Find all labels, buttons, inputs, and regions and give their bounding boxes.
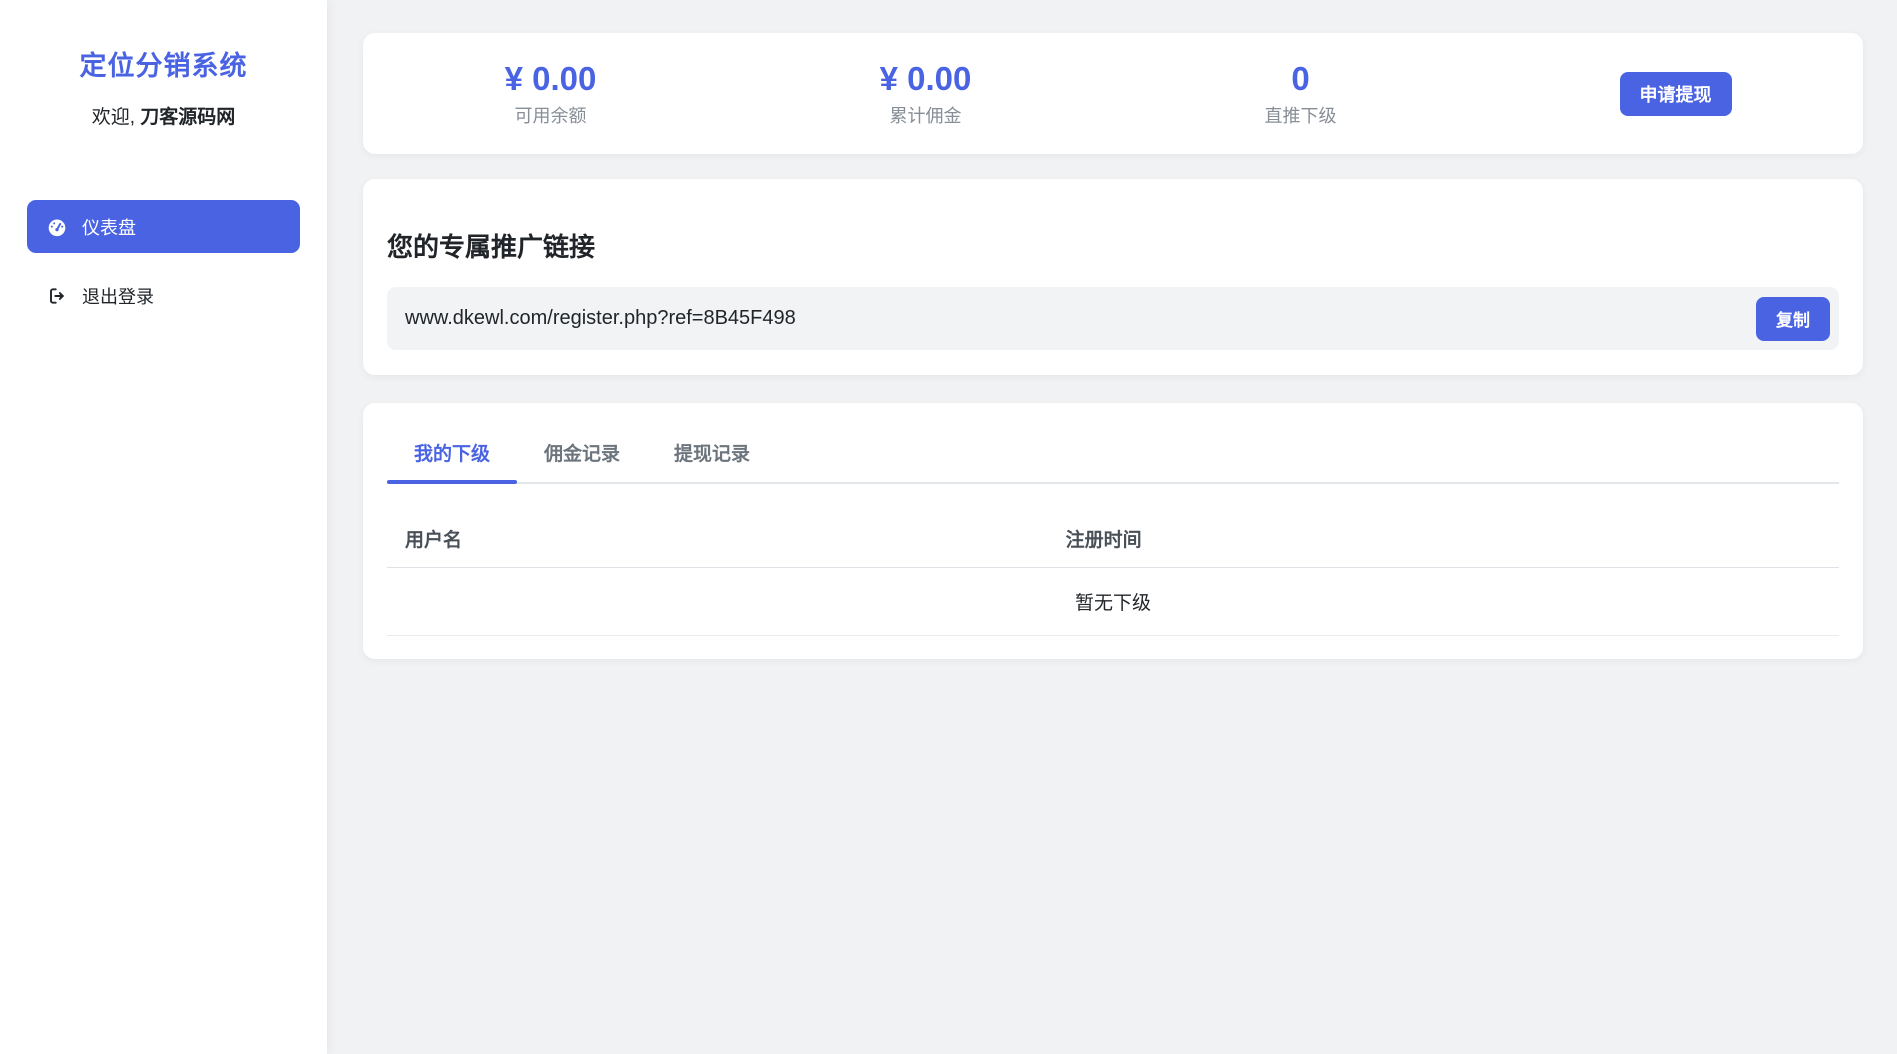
referral-link-box: www.dkewl.com/register.php?ref=8B45F498 … [387,287,1839,350]
sidebar-menu: 仪表盘 退出登录 [0,200,327,322]
sidebar: 定位分销系统 欢迎, 刀客源码网 仪表盘 [0,0,327,1054]
tab-withdrawal-records[interactable]: 提现记录 [647,427,777,482]
stats-card: ¥ 0.00 可用余额 ¥ 0.00 累计佣金 0 直推下级 申请提现 [363,33,1863,154]
gauge-icon [47,217,67,237]
stat-label: 直推下级 [1113,105,1488,127]
tab-my-referrals[interactable]: 我的下级 [387,427,517,482]
table-row: 暂无下级 [387,568,1839,636]
tab-commission-records[interactable]: 佣金记录 [517,427,647,482]
stat-label: 可用余额 [363,105,738,127]
referral-link-text: www.dkewl.com/register.php?ref=8B45F498 [405,307,1756,330]
sidebar-item-label: 仪表盘 [82,214,136,240]
tab-bar: 我的下级 佣金记录 提现记录 [387,427,1839,484]
promo-link-heading: 您的专属推广链接 [387,232,1839,263]
promo-link-card: 您的专属推广链接 www.dkewl.com/register.php?ref=… [363,179,1863,375]
stat-direct-referrals: 0 直推下级 [1113,60,1488,127]
empty-state-text: 暂无下级 [387,568,1839,636]
sidebar-item-label: 退出登录 [82,283,154,309]
stat-available-balance: ¥ 0.00 可用余额 [363,60,738,127]
stat-value: ¥ 0.00 [363,60,738,98]
stat-total-commission: ¥ 0.00 累计佣金 [738,60,1113,127]
copy-button[interactable]: 复制 [1756,297,1830,341]
withdraw-action-area: 申请提现 [1488,72,1863,116]
column-header-register-time: 注册时间 [1048,484,1839,568]
welcome-text: 欢迎, 刀客源码网 [0,106,327,130]
withdraw-button[interactable]: 申请提现 [1620,72,1732,116]
app-title: 定位分销系统 [0,50,327,82]
stat-value: ¥ 0.00 [738,60,1113,98]
referrals-card: 我的下级 佣金记录 提现记录 用户名 注册时间 暂无下级 [363,403,1863,659]
table-header-row: 用户名 注册时间 [387,484,1839,568]
referrals-table: 用户名 注册时间 暂无下级 [387,484,1839,636]
welcome-prefix: 欢迎, [92,107,135,128]
username: 刀客源码网 [140,107,235,128]
sidebar-item-logout[interactable]: 退出登录 [27,269,300,322]
stat-value: 0 [1113,60,1488,98]
stat-label: 累计佣金 [738,105,1113,127]
logout-icon [47,286,67,306]
sidebar-item-dashboard[interactable]: 仪表盘 [27,200,300,253]
main-content: ¥ 0.00 可用余额 ¥ 0.00 累计佣金 0 直推下级 申请提现 您的专属… [327,0,1897,1054]
column-header-username: 用户名 [387,484,1048,568]
